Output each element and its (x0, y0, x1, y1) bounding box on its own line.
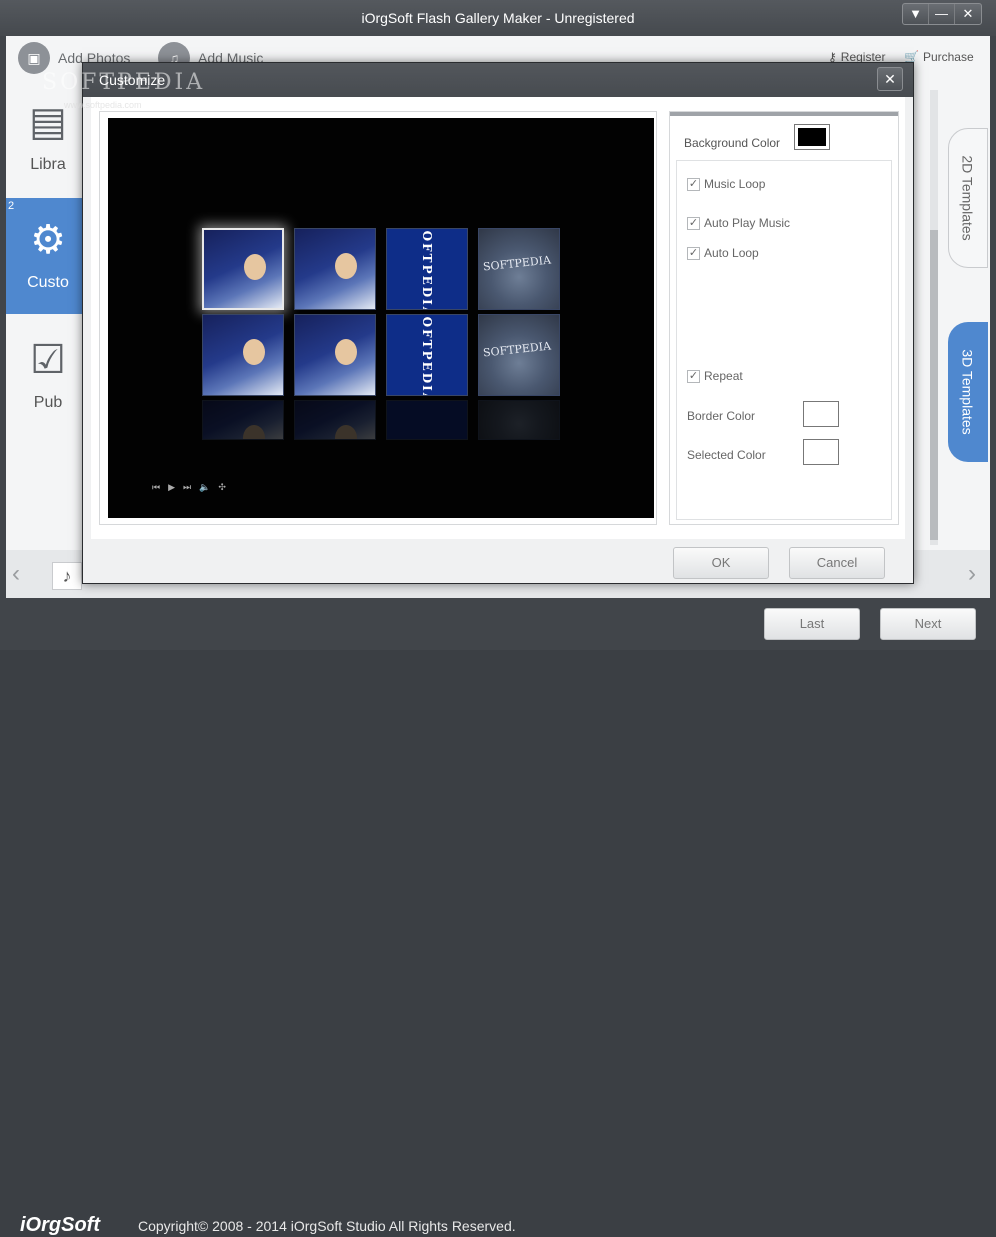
tab-3d-templates[interactable]: 3D Templates (948, 322, 988, 462)
selected-color-label: Selected Color (687, 448, 766, 462)
tile-reflection (294, 400, 376, 440)
volume-icon[interactable]: 🔈 (199, 482, 210, 493)
fullscreen-icon[interactable]: ✣ (218, 482, 226, 493)
watermark: SOFTPEDIA (42, 70, 206, 95)
last-button[interactable]: Last (764, 608, 860, 640)
sidebar: ▤ Libra 2 ⚙ Custo ☑ Pub (6, 80, 90, 550)
check-icon: ✓ (687, 246, 700, 260)
gallery-thumbnail[interactable] (294, 314, 376, 396)
background-color-label: Background Color (684, 136, 781, 150)
music-loop-checkbox[interactable]: ✓ Music Loop (687, 177, 765, 191)
title-bar: iOrgSoft Flash Gallery Maker - Unregiste… (0, 0, 996, 36)
gallery-thumbnail[interactable]: SOFTPEDIA (386, 228, 468, 310)
ok-button[interactable]: OK (673, 547, 769, 579)
check-icon: ✓ (687, 216, 700, 230)
sidebar-item-publish[interactable]: ☑ Pub (6, 318, 90, 434)
tile-reflection (386, 400, 468, 440)
skip-back-icon[interactable]: ⏮ (152, 482, 160, 493)
check-icon: ✓ (687, 177, 700, 191)
step-number: 2 (8, 200, 15, 212)
window-controls: ▼ — ✕ (902, 3, 982, 25)
sidebar-item-label: Custo (27, 274, 69, 291)
gallery-preview[interactable]: SOFTPEDIA SOFTPEDIA SOFTPEDIA SOFTPEDIA … (108, 118, 654, 518)
settings-panel: Background Color ✓ Music Loop ✓ Auto Play … (669, 111, 899, 525)
preview-grid: SOFTPEDIA SOFTPEDIA SOFTPEDIA SOFTPEDIA (202, 228, 566, 484)
repeat-checkbox[interactable]: ✓ Repeat (687, 369, 743, 383)
purchase-link[interactable]: 🛒 Purchase (904, 50, 974, 64)
gallery-thumbnail[interactable]: SOFTPEDIA (478, 314, 560, 396)
chevron-left-icon[interactable]: ‹ (12, 560, 20, 588)
tab-label: 3D Templates (960, 349, 976, 435)
gallery-thumbnail[interactable] (294, 228, 376, 310)
menu-dropdown-icon[interactable]: ▼ (903, 4, 929, 24)
checkbox-label: Repeat (704, 369, 743, 383)
background-color-swatch[interactable] (794, 124, 830, 150)
tile-reflection (478, 400, 560, 440)
panel-top-bar (670, 112, 898, 116)
dialog-body: SOFTPEDIA SOFTPEDIA SOFTPEDIA SOFTPEDIA … (91, 97, 905, 539)
watermark-url: www.softpedia.com (64, 100, 142, 110)
check-icon: ✓ (687, 369, 700, 383)
window-title: iOrgSoft Flash Gallery Maker - Unregiste… (361, 10, 635, 26)
library-icon: ▤ (29, 100, 67, 144)
tile-text: SOFTPEDIA (482, 253, 552, 274)
tile-text: SOFTPEDIA (420, 228, 434, 310)
close-icon[interactable]: ✕ (877, 67, 903, 91)
gallery-thumbnail[interactable]: SOFTPEDIA (478, 228, 560, 310)
customize-dialog: Customize ✕ SOFTPEDIA SOFTPEDIA SOFTPEDI… (82, 62, 914, 584)
checkbox-label: Auto Play Music (704, 216, 791, 230)
gear-icon: ⚙ (30, 218, 66, 262)
selected-color-swatch[interactable] (803, 439, 839, 465)
tile-reflection (202, 400, 284, 440)
border-color-label: Border Color (687, 409, 756, 423)
scroll-thumb[interactable] (930, 230, 938, 540)
next-button[interactable]: Next (880, 608, 976, 640)
gallery-thumbnail[interactable] (202, 314, 284, 396)
minimize-icon[interactable]: — (929, 4, 955, 24)
music-note-icon[interactable]: ♪ (52, 562, 82, 590)
app-window: iOrgSoft Flash Gallery Maker - Unregiste… (0, 0, 996, 1236)
sidebar-item-label: Libra (30, 156, 66, 173)
sidebar-item-library[interactable]: ▤ Libra (6, 80, 90, 196)
sidebar-item-label: Pub (33, 394, 63, 411)
brand-logo: iOrgSoft (20, 1214, 100, 1236)
publish-icon: ☑ (30, 338, 66, 382)
checkbox-label: Music Loop (704, 177, 766, 191)
auto-play-music-checkbox[interactable]: ✓ Auto Play Music (687, 216, 790, 230)
border-color-swatch[interactable] (803, 401, 839, 427)
preview-frame: SOFTPEDIA SOFTPEDIA SOFTPEDIA SOFTPEDIA … (99, 111, 657, 525)
play-icon[interactable]: ▶ (168, 482, 175, 493)
close-icon[interactable]: ✕ (955, 4, 981, 24)
auto-loop-checkbox[interactable]: ✓ Auto Loop (687, 246, 759, 260)
skip-forward-icon[interactable]: ⏭ (183, 482, 191, 493)
sidebar-item-customize[interactable]: 2 ⚙ Custo (6, 198, 90, 314)
dialog-title: Customize (83, 63, 913, 97)
cancel-button[interactable]: Cancel (789, 547, 885, 579)
tile-text: SOFTPEDIA (482, 339, 552, 360)
copyright-text: Copyright© 2008 - 2014 iOrgSoft Studio A… (138, 1218, 516, 1234)
tile-text: SOFTPEDIA (420, 314, 434, 396)
checkbox-label: Auto Loop (704, 246, 759, 260)
swatch-fill (807, 443, 835, 461)
chevron-right-icon[interactable]: › (968, 560, 976, 588)
gallery-thumbnail[interactable] (202, 228, 284, 310)
tab-label: 2D Templates (960, 155, 976, 241)
purchase-label: Purchase (922, 50, 974, 64)
options-box: ✓ Music Loop ✓ Auto Play Music ✓ Auto Loop … (676, 160, 892, 520)
scrollbar[interactable] (930, 90, 938, 545)
player-controls: ⏮ ▶ ⏭ 🔈 ✣ (152, 482, 226, 493)
gallery-thumbnail[interactable]: SOFTPEDIA (386, 314, 468, 396)
swatch-fill (807, 405, 835, 423)
swatch-fill (798, 128, 826, 146)
tab-2d-templates[interactable]: 2D Templates (948, 128, 988, 268)
